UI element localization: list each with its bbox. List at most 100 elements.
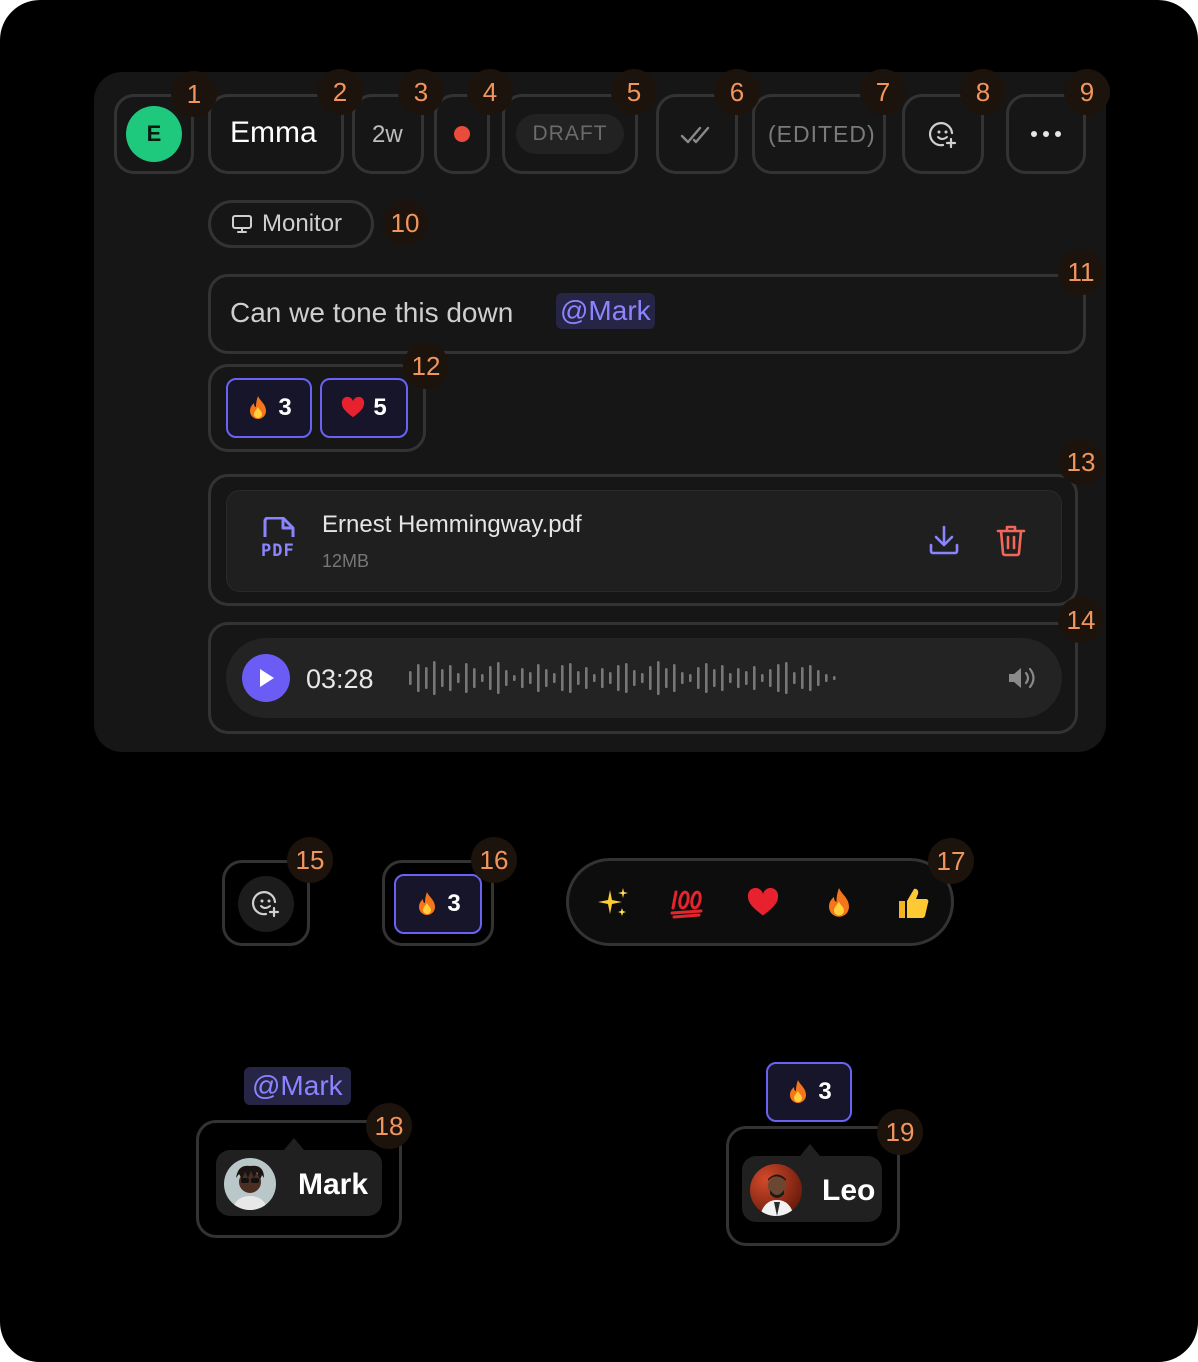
waveform-bar — [641, 673, 644, 683]
monitor-icon — [232, 215, 252, 233]
annotation-number: 11 — [1058, 249, 1104, 295]
source-label: Monitor — [262, 210, 343, 237]
mention-tag[interactable]: @Mark — [244, 1067, 351, 1105]
waveform-bar — [409, 671, 412, 685]
fire-icon — [250, 396, 267, 419]
waveform-bar — [681, 672, 684, 684]
hundred-points-icon[interactable] — [667, 883, 707, 923]
waveform-bar — [449, 665, 452, 691]
annotation-number: 6 — [714, 69, 760, 115]
waveform-bar — [553, 673, 556, 683]
waveform-bar — [481, 674, 484, 682]
waveform-bar — [537, 664, 540, 692]
file-size: 12MB — [322, 551, 370, 571]
waveform-bar — [609, 672, 612, 684]
waveform-bar — [617, 665, 620, 691]
annotation-number: 4 — [467, 69, 513, 115]
file-attachment[interactable]: PDF Ernest Hemmingway.pdf 12MB — [226, 490, 1062, 592]
waveform-bar — [809, 665, 812, 691]
waveform-bar — [569, 663, 572, 693]
heart-icon — [342, 396, 365, 418]
file-type-label: PDF — [261, 541, 295, 561]
user-avatar — [750, 1164, 802, 1216]
author-avatar[interactable]: E — [126, 106, 182, 162]
voice-duration: 03:28 — [306, 664, 374, 694]
reaction-fire[interactable]: 3 — [226, 378, 312, 438]
fire-icon — [790, 1080, 807, 1103]
play-button[interactable] — [242, 654, 290, 702]
download-icon[interactable] — [927, 523, 961, 557]
waveform-bar — [625, 663, 628, 693]
annotation-number: 12 — [403, 343, 449, 389]
thumbs-up-icon[interactable] — [893, 883, 933, 923]
user-name: Leo — [822, 1174, 876, 1207]
user-card[interactable]: Leo — [742, 1156, 882, 1222]
more-options-icon[interactable] — [1028, 126, 1064, 142]
add-reaction-button[interactable] — [238, 876, 294, 932]
fire-icon[interactable] — [819, 883, 859, 923]
waveform[interactable] — [408, 658, 856, 698]
annotation-number: 2 — [317, 69, 363, 115]
waveform-bar — [593, 674, 596, 682]
reaction-count: 5 — [373, 394, 387, 421]
user-card[interactable]: Mark — [216, 1150, 382, 1216]
annotation-number: 8 — [960, 69, 1006, 115]
tooltip-pointer — [800, 1144, 820, 1156]
user-avatar — [224, 1158, 276, 1210]
delete-icon[interactable] — [995, 523, 1027, 557]
unread-dot — [454, 126, 470, 142]
timestamp: 2w — [372, 121, 403, 148]
add-reaction-icon[interactable] — [928, 120, 958, 150]
waveform-bar — [425, 667, 428, 689]
annotation-number: 17 — [928, 838, 974, 884]
waveform-bar — [473, 668, 476, 688]
waveform-bar — [657, 661, 660, 695]
reaction-heart[interactable]: 5 — [320, 378, 408, 438]
waveform-bar — [697, 667, 700, 689]
waveform-bar — [433, 661, 436, 695]
tooltip-pointer — [284, 1138, 304, 1150]
waveform-bar — [785, 662, 788, 694]
waveform-bar — [817, 670, 820, 686]
mention-tag[interactable]: @Mark — [556, 293, 655, 329]
waveform-bar — [577, 671, 580, 685]
author-name[interactable]: Emma — [230, 116, 317, 150]
waveform-bar — [825, 674, 828, 682]
double-check-icon — [680, 126, 710, 144]
reaction-fire-chip[interactable]: 3 — [766, 1062, 852, 1122]
waveform-bar — [649, 666, 652, 690]
waveform-bar — [489, 666, 492, 690]
annotation-number: 7 — [860, 69, 906, 115]
volume-icon[interactable] — [1006, 664, 1038, 692]
heart-icon[interactable] — [743, 883, 783, 923]
waveform-bar — [689, 674, 692, 682]
message-text: Can we tone this down — [230, 297, 514, 328]
fire-icon — [419, 892, 436, 915]
waveform-bar — [673, 664, 676, 692]
reaction-count: 3 — [818, 1078, 832, 1105]
canvas: E Emma 2w DRAFT (EDITED) Monitor Can we … — [0, 0, 1198, 1362]
reaction-fire-chip[interactable]: 3 — [394, 874, 482, 934]
waveform-bar — [753, 666, 756, 690]
reaction-count: 3 — [278, 394, 292, 421]
annotation-number: 14 — [1058, 597, 1104, 643]
waveform-bar — [561, 665, 564, 691]
waveform-bar — [713, 669, 716, 687]
annotation-number: 18 — [366, 1103, 412, 1149]
annotation-number: 3 — [398, 69, 444, 115]
sparkles-icon[interactable] — [593, 883, 633, 923]
annotation-number: 19 — [877, 1109, 923, 1155]
waveform-bar — [793, 672, 796, 684]
waveform-bar — [545, 669, 548, 687]
waveform-bar — [777, 664, 780, 692]
waveform-bar — [505, 670, 508, 686]
annotation-number: 1 — [171, 71, 217, 117]
waveform-bar — [585, 667, 588, 689]
waveform-bar — [761, 674, 764, 682]
annotation-number: 10 — [382, 200, 428, 246]
waveform-bar — [441, 669, 444, 687]
edited-label: (EDITED) — [768, 121, 876, 147]
play-icon — [260, 669, 274, 687]
waveform-bar — [601, 668, 604, 688]
waveform-bar — [729, 673, 732, 683]
